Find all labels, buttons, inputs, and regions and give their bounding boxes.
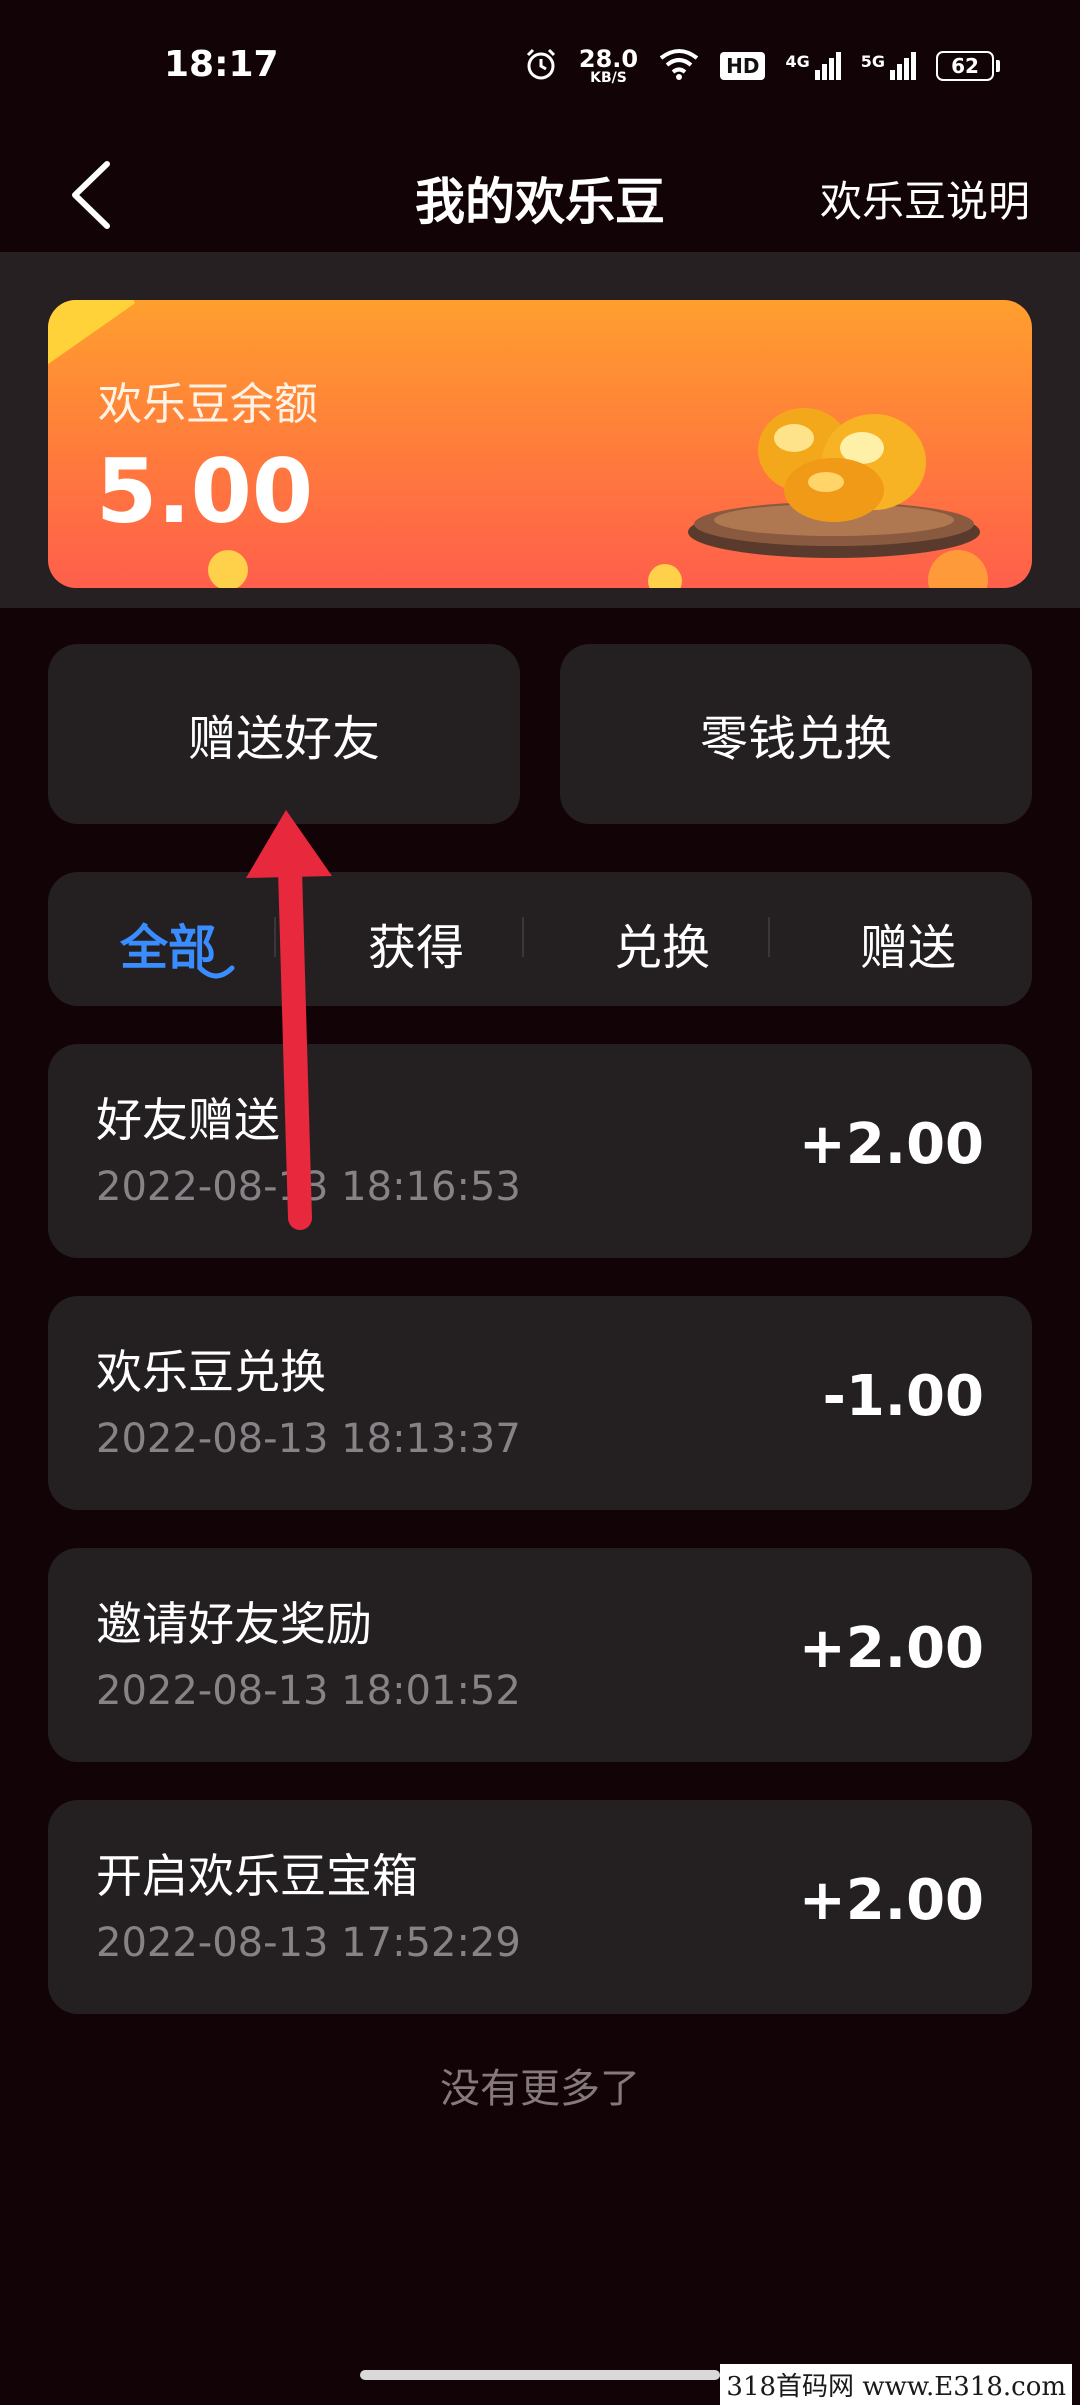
record-title: 邀请好友奖励: [96, 1597, 372, 1651]
record-title: 好友赠送: [96, 1093, 280, 1147]
alarm-icon: [523, 46, 559, 86]
end-of-list-text: 没有更多了: [440, 2066, 640, 2112]
sim2-network-label: 5G: [860, 52, 885, 71]
record-filter-tabs: 全部 获得 兑换 赠送: [48, 872, 1032, 1006]
record-amount: +2.00: [798, 1616, 984, 1681]
record-time: 2022-08-13 18:13:37: [96, 1416, 521, 1462]
record-amount: +2.00: [798, 1868, 984, 1933]
home-indicator[interactable]: [360, 2370, 720, 2380]
signal-sim2-icon: 5G: [861, 52, 916, 80]
record-time: 2022-08-13 17:52:29: [96, 1920, 521, 1966]
change-exchange-button[interactable]: 零钱兑换: [560, 644, 1032, 824]
watermark-text: 318首码网 www.E318.com: [720, 2364, 1072, 2405]
status-time: 18:17: [164, 44, 279, 85]
signal-sim1-icon: 4G: [785, 52, 841, 80]
record-title: 欢乐豆兑换: [96, 1345, 326, 1399]
record-amount: +2.00: [798, 1112, 984, 1177]
tab-gifted[interactable]: 赠送: [808, 908, 1008, 978]
wifi-icon: [658, 48, 700, 84]
gift-friend-button[interactable]: 赠送好友: [48, 644, 520, 824]
tab-earned[interactable]: 获得: [316, 908, 516, 978]
balance-card: 欢乐豆余额 5.00: [48, 300, 1032, 588]
battery-icon: 62: [936, 51, 1000, 81]
hd-voice-badge: HD: [720, 52, 766, 80]
record-item[interactable]: 邀请好友奖励 2022-08-13 18:01:52 +2.00: [48, 1548, 1032, 1762]
status-bar: 18:17 28.0 KB/S HD 4G 5G 62: [0, 0, 1080, 140]
network-speed: 28.0 KB/S: [579, 47, 638, 85]
balance-label: 欢乐豆余额: [98, 379, 318, 430]
record-item[interactable]: 好友赠送 2022-08-13 18:16:53 +2.00: [48, 1044, 1032, 1258]
sim1-network-label: 4G: [785, 52, 810, 71]
balance-value: 5.00: [96, 440, 314, 543]
tab-exchanged[interactable]: 兑换: [562, 908, 762, 978]
record-item[interactable]: 开启欢乐豆宝箱 2022-08-13 17:52:29 +2.00: [48, 1800, 1032, 2014]
network-speed-value: 28.0: [578, 45, 639, 73]
status-icons: 28.0 KB/S HD 4G 5G 62: [523, 46, 1000, 86]
tab-all[interactable]: 全部: [68, 908, 268, 978]
record-title: 开启欢乐豆宝箱: [96, 1849, 418, 1903]
record-time: 2022-08-13 18:16:53: [96, 1164, 521, 1210]
record-item[interactable]: 欢乐豆兑换 2022-08-13 18:13:37 -1.00: [48, 1296, 1032, 1510]
bean-help-link[interactable]: 欢乐豆说明: [820, 168, 1030, 229]
record-time: 2022-08-13 18:01:52: [96, 1668, 521, 1714]
record-amount: -1.00: [822, 1364, 984, 1429]
tab-active-indicator: [197, 965, 235, 979]
battery-level: 62: [936, 51, 994, 81]
golden-beans-illustration: [684, 370, 984, 570]
network-speed-unit: KB/S: [590, 70, 627, 86]
top-bar: 我的欢乐豆 欢乐豆说明: [0, 140, 1080, 250]
